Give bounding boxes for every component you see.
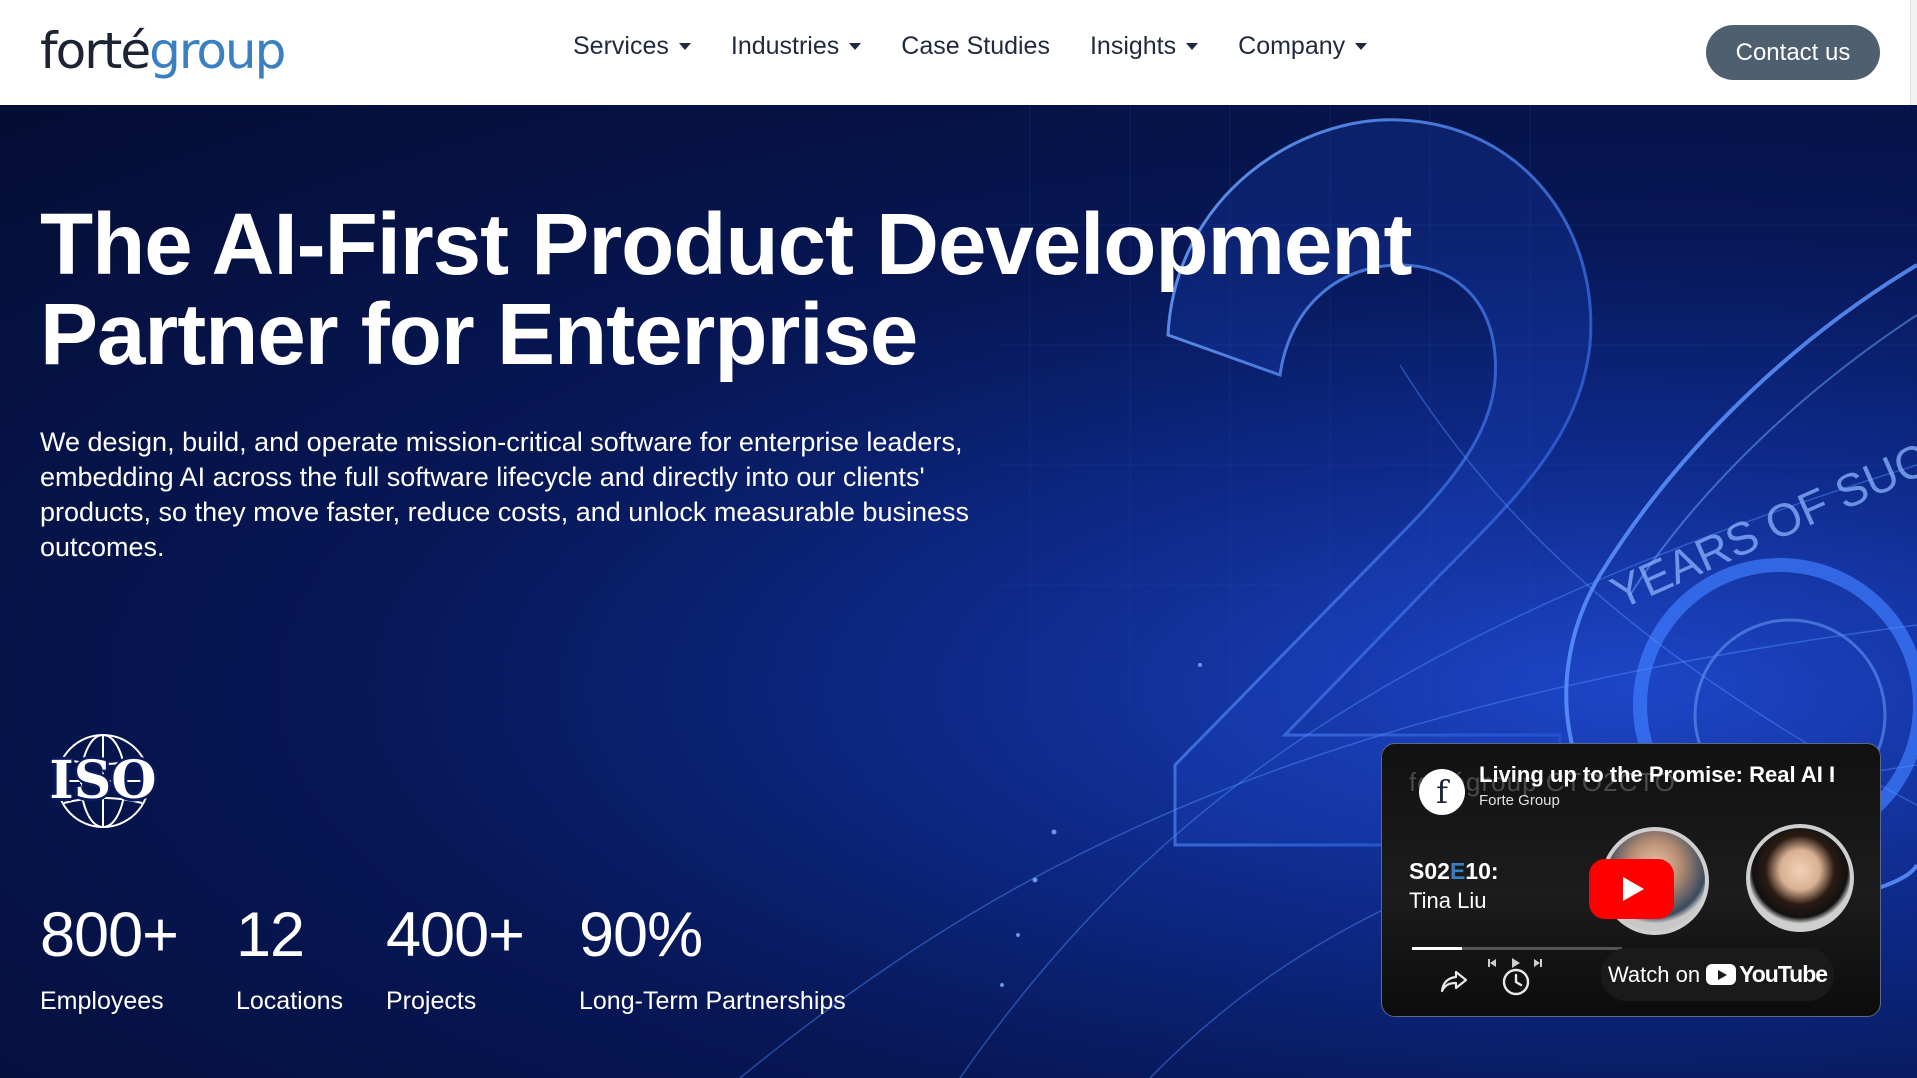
youtube-wordmark: YouTube (1739, 961, 1828, 987)
stat-projects: 400+ Projects (386, 900, 525, 1016)
caret-down-icon (849, 43, 862, 50)
nav-company-label: Company (1238, 32, 1346, 60)
episode-number: 10: (1465, 858, 1499, 884)
episode-season: S02 (1409, 858, 1450, 884)
nav-insights[interactable]: Insights (1089, 32, 1199, 61)
nav-case-studies-label: Case Studies (901, 32, 1050, 60)
stat-locations: 12 Locations (236, 902, 343, 1016)
video-title[interactable]: Living up to the Promise: Real AI I (1479, 762, 1869, 788)
stat-label: Long-Term Partnerships (579, 987, 846, 1015)
video-channel[interactable]: Forte Group (1479, 792, 1560, 809)
nav-services[interactable]: Services (573, 32, 691, 61)
hero-description: We design, build, and operate mission-cr… (40, 427, 969, 562)
caret-down-icon (1355, 43, 1368, 50)
nav-industries[interactable]: Industries (730, 32, 862, 61)
watch-on-youtube-button[interactable]: Watch on YouTube (1601, 948, 1834, 1001)
iso-globe-icon: ISO (44, 733, 162, 829)
hero-title-line2: Partner for Enterprise (40, 286, 918, 383)
channel-avatar[interactable]: f (1419, 769, 1465, 815)
main-nav: Services Industries Case Studies Insight… (573, 32, 1407, 61)
youtube-play-box (1706, 964, 1737, 985)
fortegroup-logo[interactable]: fortégroup (40, 18, 286, 84)
logo-part-forte: forté (40, 22, 151, 80)
youtube-video-embed[interactable]: fortégroup CTO2CTO f Living up to the Pr… (1381, 743, 1881, 1017)
stat-label: Employees (40, 987, 164, 1015)
nav-services-label: Services (573, 32, 669, 60)
stat-value: 800+ (40, 900, 179, 970)
episode-e: E (1449, 858, 1466, 884)
watch-on-label: Watch on (1607, 961, 1701, 987)
page-scrollbar[interactable] (1910, 0, 1917, 105)
hero-title-line1: The AI-First Product Development (40, 196, 1412, 293)
youtube-logo-icon: YouTube (1706, 961, 1828, 988)
stat-label: Projects (386, 987, 477, 1015)
stat-value: 12 (236, 900, 305, 970)
video-progress-fill (1412, 947, 1462, 950)
video-guest: Tina Liu (1409, 888, 1487, 913)
nav-case-studies[interactable]: Case Studies (901, 32, 1050, 61)
play-icon (1623, 877, 1644, 901)
caret-down-icon (678, 43, 691, 50)
youtube-play-triangle (1717, 969, 1727, 980)
guest-portrait (1746, 824, 1854, 932)
video-episode: S02E10: (1409, 858, 1499, 885)
stat-label: Locations (236, 987, 344, 1015)
iso-label: ISO (49, 750, 157, 811)
share-icon[interactable] (1438, 965, 1470, 997)
play-button[interactable] (1589, 859, 1674, 919)
hero-section: YEARS OF SUC The AI-First Product Develo… (0, 105, 1917, 1078)
site-header: fortégroup Services Industries Case Stud… (0, 0, 1917, 105)
logo-part-group: group (149, 22, 286, 80)
stat-employees: 800+ Employees (40, 900, 179, 1016)
stat-value: 90% (579, 900, 703, 970)
caret-down-icon (1186, 43, 1199, 50)
nav-company[interactable]: Company (1238, 32, 1368, 61)
stat-value: 400+ (386, 900, 525, 970)
nav-insights-label: Insights (1089, 32, 1177, 60)
clock-icon[interactable] (1500, 965, 1532, 997)
contact-us-button[interactable]: Contact us (1706, 25, 1880, 80)
nav-industries-label: Industries (730, 32, 840, 60)
stat-partnerships: 90% Long-Term Partnerships (579, 902, 846, 1016)
hero-title: The AI-First Product Development Partner… (40, 200, 1440, 380)
